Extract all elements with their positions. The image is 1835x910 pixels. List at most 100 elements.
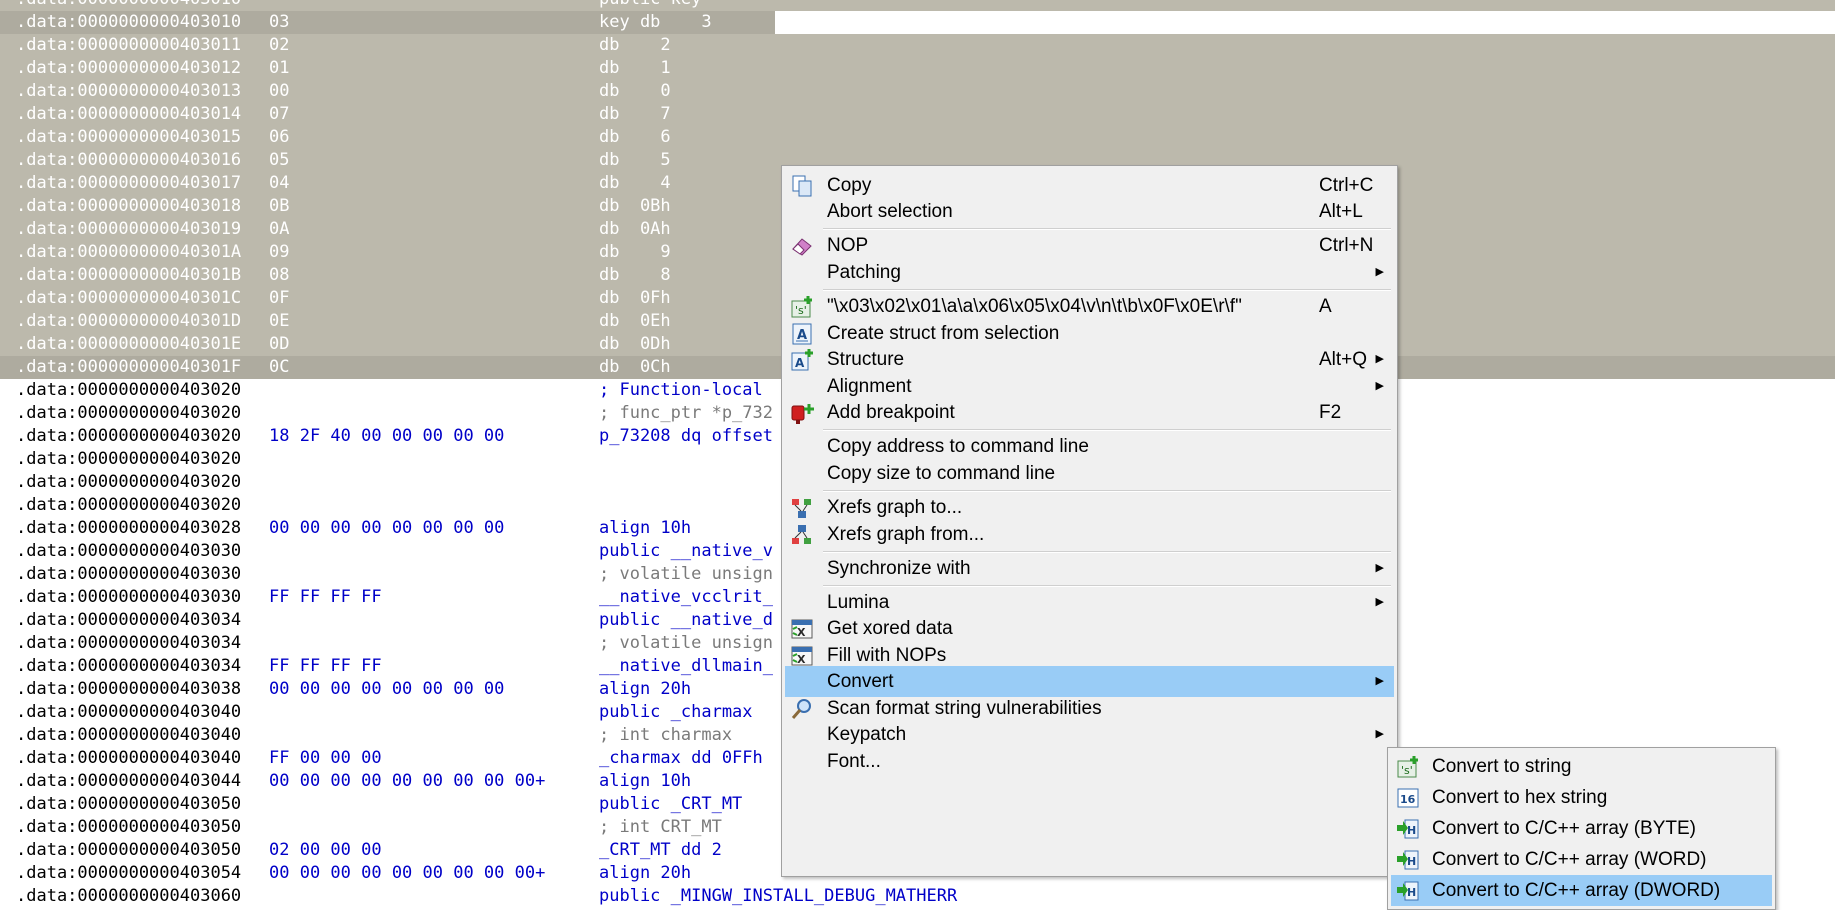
line-address[interactable]: .data:0000000000403034	[16, 632, 241, 655]
line-instruction[interactable]: public _charmax	[599, 701, 753, 724]
line-instruction[interactable]: db 6	[599, 126, 671, 149]
menu-item-xrefs-graph-from[interactable]: Xrefs graph from...	[785, 519, 1394, 550]
submenu-item-convert-to-hex-string[interactable]: 16 Convert to hex string	[1391, 782, 1772, 813]
disasm-line[interactable]: .data:0000000000403012 01 db 1	[0, 57, 1835, 80]
line-address[interactable]: .data:0000000000403030	[16, 540, 241, 563]
line-instruction[interactable]: db 9	[599, 241, 671, 264]
line-instruction[interactable]: public _CRT_MT	[599, 793, 742, 816]
line-instruction[interactable]: db 0Ch	[599, 356, 671, 379]
line-instruction[interactable]: db 0Fh	[599, 287, 671, 310]
line-address[interactable]: .data:0000000000403030	[16, 586, 241, 609]
line-instruction[interactable]: db 4	[599, 172, 671, 195]
line-address[interactable]: .data:0000000000403038	[16, 678, 241, 701]
disasm-line[interactable]: .data:0000000000403015 06 db 6	[0, 126, 1835, 149]
line-instruction[interactable]: align 10h	[599, 770, 691, 793]
line-instruction[interactable]: _charmax dd 0FFh	[599, 747, 763, 770]
line-address[interactable]: .data:0000000000403020	[16, 448, 241, 471]
disasm-line[interactable]: .data:0000000000403013 00 db 0	[0, 80, 1835, 103]
submenu-item-convert-to-c-c-array-dword[interactable]: H Convert to C/C++ array (DWORD)	[1391, 875, 1772, 906]
line-instruction[interactable]: public __native_d	[599, 609, 773, 632]
breakpoint-icon	[790, 401, 814, 425]
line-address[interactable]: .data:0000000000403020	[16, 425, 241, 448]
line-address[interactable]: .data:0000000000403016	[16, 149, 241, 172]
svg-text:'s': 's'	[795, 304, 807, 317]
line-instruction[interactable]: __native_dllmain_	[599, 655, 773, 678]
line-address[interactable]: .data:0000000000403015	[16, 126, 241, 149]
line-address[interactable]: .data:0000000000403020	[16, 379, 241, 402]
line-address[interactable]: .data:0000000000403020	[16, 402, 241, 425]
line-instruction[interactable]: db 0Ah	[599, 218, 671, 241]
line-instruction[interactable]: db 2	[599, 34, 671, 57]
menu-item-add-breakpoint[interactable]: Add breakpoint F2	[785, 397, 1394, 428]
line-address[interactable]: .data:0000000000403050	[16, 839, 241, 862]
line-instruction[interactable]: __native_vcclrit_	[599, 586, 773, 609]
line-address[interactable]: .data:000000000040301E	[16, 333, 241, 356]
line-instruction[interactable]: db 0	[599, 80, 671, 103]
line-address[interactable]: .data:000000000040301F	[16, 356, 241, 379]
line-instruction[interactable]: db 7	[599, 103, 671, 126]
line-address[interactable]: .data:0000000000403050	[16, 793, 241, 816]
line-address[interactable]: .data:0000000000403050	[16, 816, 241, 839]
menu-item-abort-selection[interactable]: Abort selection Alt+L	[785, 196, 1394, 227]
line-xref-comment[interactable]: ; DATA XREF: main+82↑o	[930, 11, 1155, 34]
line-address[interactable]: .data:0000000000403010	[16, 0, 241, 11]
line-address[interactable]: .data:000000000040301C	[16, 287, 241, 310]
disasm-line[interactable]: .data:0000000000403011 02 db 2	[0, 34, 1835, 57]
line-instruction[interactable]: db 0Eh	[599, 310, 671, 333]
line-address[interactable]: .data:0000000000403028	[16, 517, 241, 540]
line-instruction[interactable]: db 0Dh	[599, 333, 671, 356]
line-address[interactable]: .data:0000000000403013	[16, 80, 241, 103]
line-instruction[interactable]: ; volatile unsign	[599, 632, 773, 655]
menu-item-patching[interactable]: Patching ▶	[785, 257, 1394, 288]
line-address[interactable]: .data:0000000000403020	[16, 494, 241, 517]
disasm-line[interactable]: .data:0000000000403014 07 db 7	[0, 103, 1835, 126]
submenu-item-convert-to-c-c-array-word[interactable]: H Convert to C/C++ array (WORD)	[1391, 844, 1772, 875]
line-instruction[interactable]: ; int charmax	[599, 724, 732, 747]
line-instruction[interactable]: align 20h	[599, 862, 691, 885]
line-address[interactable]: .data:000000000040301B	[16, 264, 241, 287]
line-address[interactable]: .data:0000000000403040	[16, 747, 241, 770]
line-address[interactable]: .data:0000000000403034	[16, 655, 241, 678]
submenu-item-convert-to-c-c-array-byte[interactable]: H Convert to C/C++ array (BYTE)	[1391, 813, 1772, 844]
line-address[interactable]: .data:0000000000403030	[16, 563, 241, 586]
line-instruction[interactable]: db 5	[599, 149, 671, 172]
line-instruction[interactable]: align 10h	[599, 517, 691, 540]
line-instruction[interactable]: public __native_v	[599, 540, 773, 563]
menu-item-synchronize-with[interactable]: Synchronize with ▶	[785, 553, 1394, 584]
line-address[interactable]: .data:0000000000403020	[16, 471, 241, 494]
line-instruction[interactable]: ; func_ptr *p_732	[599, 402, 773, 425]
line-address[interactable]: .data:000000000040301D	[16, 310, 241, 333]
line-instruction[interactable]: public _MINGW_INSTALL_DEBUG_MATHERR	[599, 885, 957, 908]
line-address[interactable]: .data:0000000000403011	[16, 34, 241, 57]
line-address[interactable]: .data:0000000000403019	[16, 218, 241, 241]
line-instruction[interactable]: key db 3	[599, 11, 712, 34]
line-instruction[interactable]: ; Function-local	[599, 379, 763, 402]
disasm-line[interactable]: .data:0000000000403010 public key	[0, 0, 1835, 11]
submenu-item-convert-to-string[interactable]: 's' Convert to string	[1391, 751, 1772, 782]
line-address[interactable]: .data:0000000000403014	[16, 103, 241, 126]
line-address[interactable]: .data:0000000000403010	[16, 11, 241, 34]
line-instruction[interactable]: db 0Bh	[599, 195, 671, 218]
line-instruction[interactable]: db 8	[599, 264, 671, 287]
line-address[interactable]: .data:0000000000403034	[16, 609, 241, 632]
menu-item-copy-size-to-command-line[interactable]: Copy size to command line	[785, 458, 1394, 489]
line-instruction[interactable]: p_73208 dq offset	[599, 425, 773, 448]
line-address[interactable]: .data:0000000000403060	[16, 885, 241, 908]
line-address[interactable]: .data:0000000000403018	[16, 195, 241, 218]
line-instruction[interactable]: align 20h	[599, 678, 691, 701]
line-address[interactable]: .data:000000000040301A	[16, 241, 241, 264]
line-instruction[interactable]: ; int CRT_MT	[599, 816, 722, 839]
line-address[interactable]: .data:0000000000403017	[16, 172, 241, 195]
line-instruction[interactable]: db 1	[599, 57, 671, 80]
line-address[interactable]: .data:0000000000403054	[16, 862, 241, 885]
line-address[interactable]: .data:0000000000403044	[16, 770, 241, 793]
line-instruction[interactable]: ; volatile unsign	[599, 563, 773, 586]
line-bytes: 0A	[269, 219, 290, 239]
line-address[interactable]: .data:0000000000403040	[16, 701, 241, 724]
line-address[interactable]: .data:0000000000403040	[16, 724, 241, 747]
line-instruction[interactable]: public key	[599, 0, 701, 11]
disasm-line[interactable]: .data:0000000000403010 03 key db 3 ; DATA X…	[0, 11, 1835, 34]
menu-item-font[interactable]: Font...	[785, 746, 1394, 777]
line-instruction[interactable]: _CRT_MT dd 2	[599, 839, 722, 862]
line-address[interactable]: .data:0000000000403012	[16, 57, 241, 80]
